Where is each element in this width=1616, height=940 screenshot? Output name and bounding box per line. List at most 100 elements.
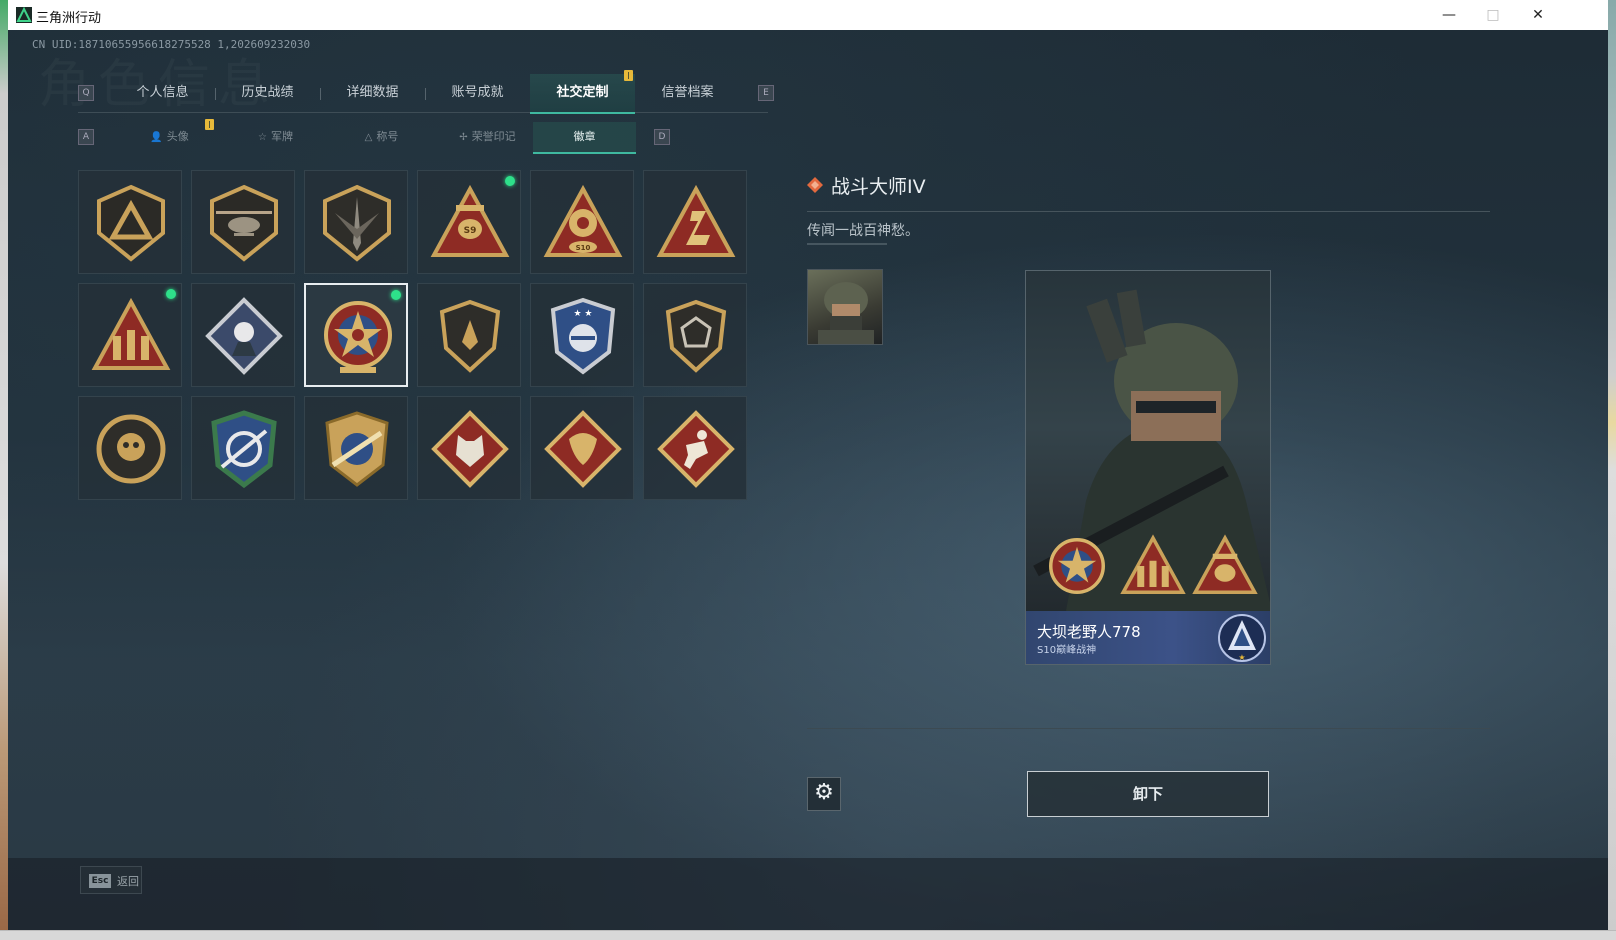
maximize-button[interactable]: □ (1478, 4, 1508, 26)
svg-text:★: ★ (1238, 653, 1245, 662)
soldier-portrait-icon (818, 282, 874, 344)
dogtag-icon: ☆ (258, 132, 267, 143)
badge-cell[interactable] (304, 170, 408, 274)
new-indicator-dot (391, 290, 401, 300)
badge-cell[interactable] (643, 170, 747, 274)
subtab-notification-icon (205, 119, 214, 130)
settings-button[interactable]: ⚙ (807, 777, 841, 811)
badge-cell[interactable]: S9 (417, 170, 521, 274)
minimize-button[interactable]: — (1434, 4, 1464, 26)
subtab-title[interactable]: △ 称号 (330, 122, 433, 152)
equipped-squad-triangle-icon (1120, 534, 1186, 594)
svg-text:S9: S9 (464, 226, 477, 236)
badge-cell[interactable] (417, 283, 521, 387)
player-name: 大坝老野人778 (1037, 623, 1141, 641)
badge-description: 传闻一战百神愁。 (807, 223, 919, 239)
rank-emblem-icon: ★ (1218, 614, 1266, 662)
tab-notification-icon (624, 70, 633, 81)
badge-cell[interactable]: S10 (530, 170, 634, 274)
wolf-diamond-badge-icon (431, 410, 509, 488)
rarity-diamond-icon (807, 177, 823, 193)
dragon-diamond-badge-icon (544, 410, 622, 488)
runner-diamond-badge-icon (657, 410, 735, 488)
svg-text:★ ★: ★ ★ (574, 309, 593, 319)
uid-label: CN UID:18710655956618275528 1,2026092320… (32, 38, 311, 51)
badge-cell-selected[interactable] (304, 283, 408, 387)
subtab-badge[interactable]: 徽章 (533, 122, 636, 154)
player-card: 大坝老野人778 S10巅峰战神 ★ (1025, 270, 1271, 665)
esc-keycap: Esc (89, 874, 111, 888)
gear-icon: ⚙ (814, 780, 834, 805)
action-divider (807, 728, 1490, 729)
badge-cell[interactable] (643, 283, 747, 387)
back-button[interactable]: Esc 返回 (80, 866, 142, 894)
equipped-badge-slots (1038, 529, 1260, 599)
dagger-shield-badge-icon (323, 184, 391, 262)
s9-winged-badge-icon: S9 (430, 184, 510, 257)
back-label: 返回 (117, 875, 139, 888)
tab-personal-info[interactable]: 个人信息 (110, 74, 215, 112)
tab-achievements[interactable]: 账号成就 (425, 74, 530, 112)
title-icon: △ (364, 132, 373, 143)
star-medal-badge-icon (324, 301, 392, 373)
tab-detailed-data[interactable]: 详细数据 (320, 74, 425, 112)
badge-cell[interactable] (304, 396, 408, 500)
badge-cell[interactable] (78, 283, 182, 387)
red-triangle-badge-icon (656, 184, 736, 257)
gem-shield-badge-icon (665, 299, 727, 373)
svg-text:S10: S10 (576, 244, 591, 252)
badge-cell[interactable] (191, 170, 295, 274)
blue-crest-badge-icon: ★ ★ (550, 297, 616, 375)
subtab-dogtag[interactable]: ☆ 军牌 (224, 122, 327, 152)
sniper-blue-badge-icon (211, 410, 277, 489)
helicopter-badge-icon (210, 184, 278, 262)
plant-shield-badge-icon (439, 299, 501, 373)
s10-crest-badge-icon: S10 (543, 184, 623, 257)
badge-cell[interactable] (191, 283, 295, 387)
equipped-s9-badge-icon (1192, 534, 1258, 594)
subtab-honor-mark[interactable]: ✢ 荣誉印记 (436, 122, 539, 152)
new-indicator-dot (166, 289, 176, 299)
main-tabbar: 个人信息 历史战绩 详细数据 账号成就 社交定制 信誉档案 (78, 74, 768, 114)
badge-cell[interactable] (191, 396, 295, 500)
skull-round-badge-icon (96, 414, 166, 484)
tab-social-custom[interactable]: 社交定制 (530, 74, 635, 114)
squad-triangle-badge-icon (91, 297, 171, 370)
player-nameplate: 大坝老野人778 S10巅峰战神 ★ (1026, 611, 1270, 664)
subtab-title-label: 称号 (376, 130, 399, 143)
badge-cell[interactable] (78, 396, 182, 500)
player-avatar (807, 269, 883, 345)
triangle-shield-badge-icon (97, 184, 165, 262)
tab-history[interactable]: 历史战绩 (215, 74, 320, 112)
app-logo-icon (16, 7, 32, 23)
description-underline (807, 243, 887, 245)
close-button[interactable]: ✕ (1523, 4, 1553, 26)
subtab-dogtag-label: 军牌 (270, 130, 293, 143)
badge-cell[interactable] (78, 170, 182, 274)
bottom-bar (8, 858, 1608, 930)
subtab-avatar-label: 头像 (166, 130, 189, 143)
badge-cell[interactable] (530, 396, 634, 500)
window-titlebar: 三角洲行动 — □ ✕ (8, 0, 1608, 31)
honor-icon: ✢ (459, 132, 468, 143)
badge-cell[interactable]: ★ ★ (530, 283, 634, 387)
equipped-star-medal-icon (1049, 538, 1105, 594)
desktop-right-strip (1608, 0, 1616, 939)
badge-title: 战斗大师IV (831, 176, 926, 198)
unequip-button[interactable]: 卸下 (1027, 771, 1269, 817)
rose-diamond-badge-icon (205, 297, 283, 375)
player-rank-title: S10巅峰战神 (1037, 645, 1097, 656)
app-window: 三角洲行动 — □ ✕ 角色信息 CN UID:1871065595661827… (8, 0, 1608, 930)
desktop-left-strip (0, 0, 8, 939)
badge-cell[interactable] (643, 396, 747, 500)
subtab-honor-label: 荣誉印记 (471, 130, 516, 143)
game-viewport: 角色信息 CN UID:18710655956618275528 1,20260… (8, 30, 1608, 930)
sub-tabbar: 👤 头像 ☆ 军牌 △ 称号 ✢ 荣誉印记 徽章 (78, 122, 678, 154)
tab-credit-file[interactable]: 信誉档案 (635, 74, 740, 112)
rifle-gold-badge-icon (325, 411, 389, 487)
badge-cell[interactable] (417, 396, 521, 500)
title-divider (807, 211, 1490, 212)
new-indicator-dot (505, 176, 515, 186)
person-icon: 👤 (150, 132, 163, 143)
window-title: 三角洲行动 (36, 11, 102, 26)
